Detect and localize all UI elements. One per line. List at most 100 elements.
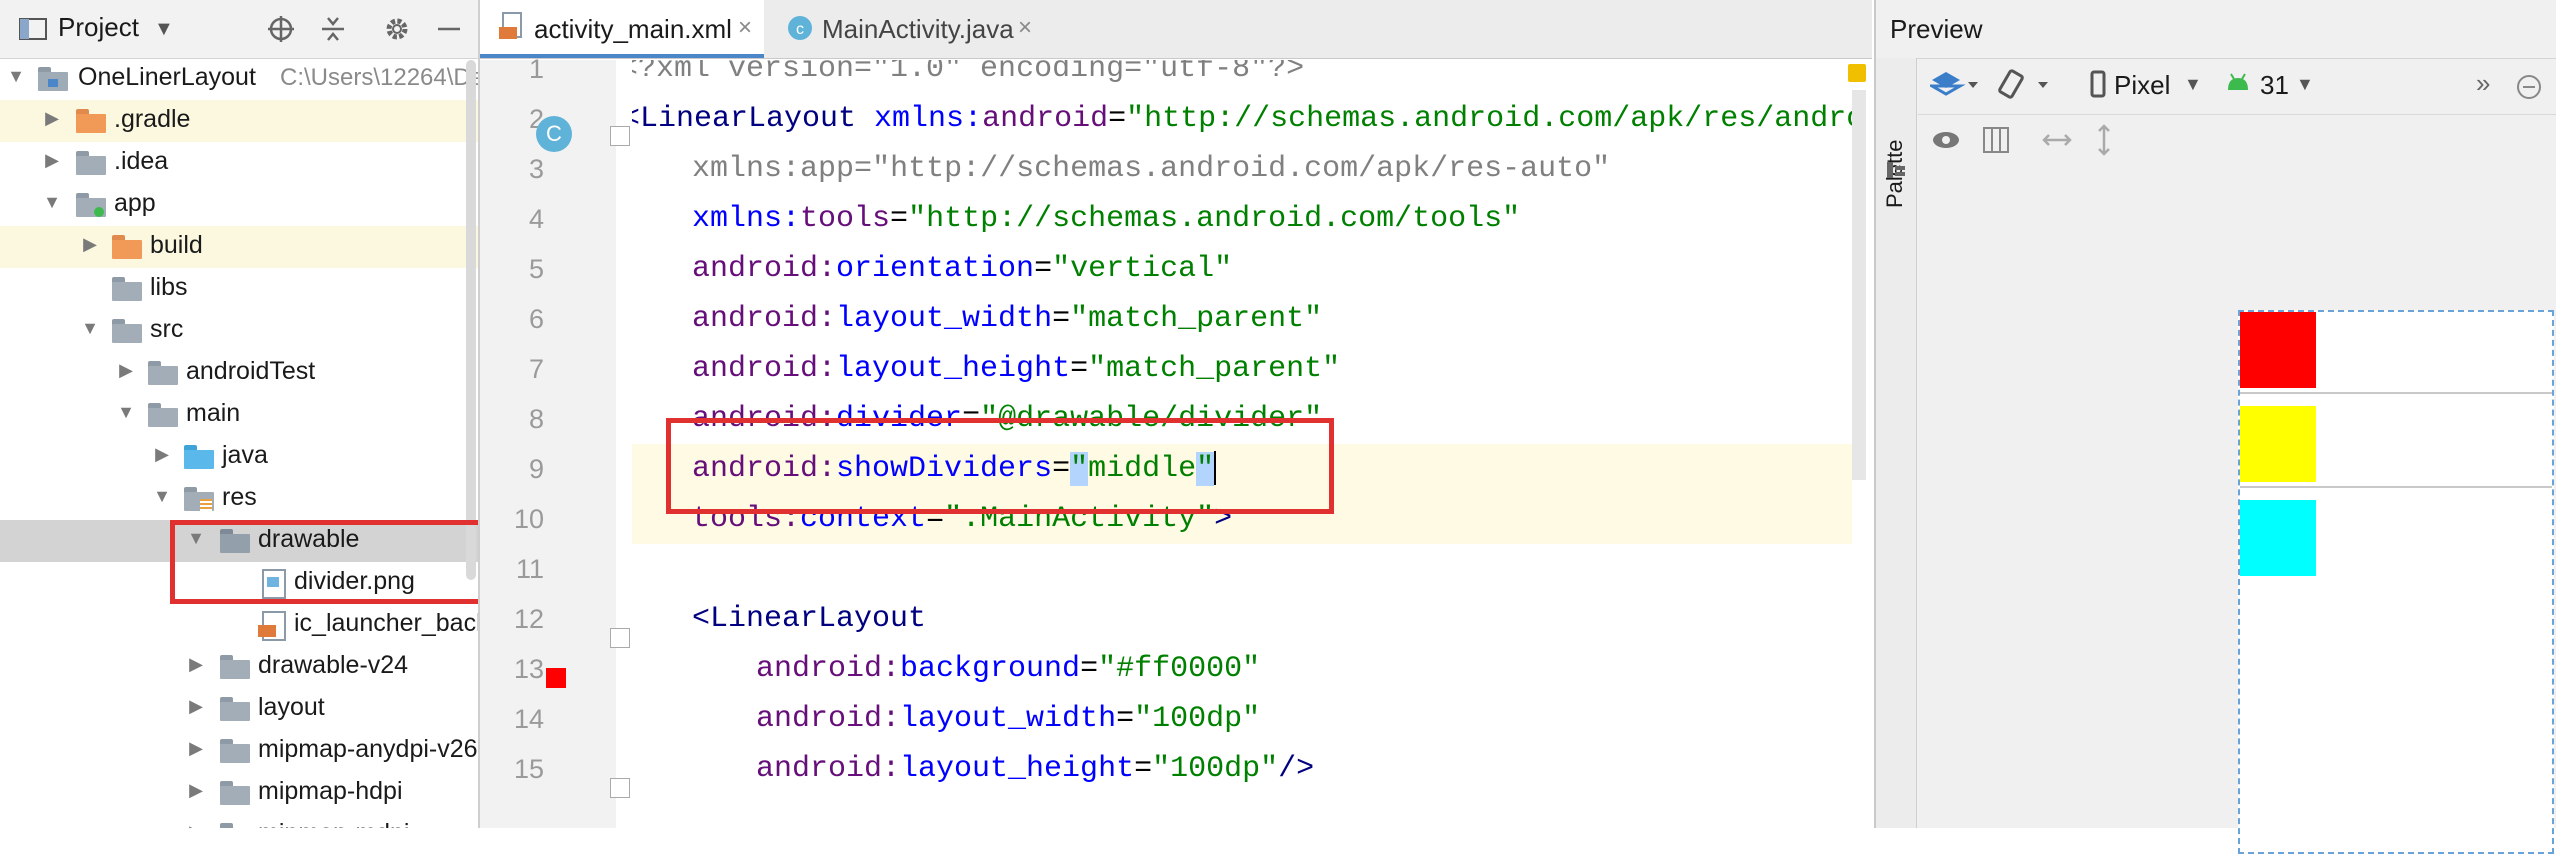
attr-value: "100dp" (1134, 702, 1261, 736)
fold-marker-icon[interactable] (610, 628, 630, 648)
tree-expand-arrow[interactable]: ▶ (42, 150, 62, 171)
tree-item-androidtest[interactable]: ▶ androidTest (0, 352, 478, 394)
gear-icon[interactable] (382, 14, 412, 44)
attr-value: "100dp" (1152, 752, 1279, 786)
tree-item-main[interactable]: ▼ main (0, 394, 478, 436)
tree-item-idea[interactable]: ▶ .idea (0, 142, 478, 184)
collapse-all-icon[interactable] (318, 14, 348, 44)
inspection-marker[interactable] (1848, 64, 1866, 82)
chevron-down-icon[interactable]: ▼ (2296, 74, 2314, 95)
locate-icon[interactable] (266, 14, 296, 44)
tree-item-mipmap-hdpi[interactable]: ▶ mipmap-hdpi (0, 772, 478, 814)
tree-expand-arrow[interactable]: ▼ (116, 402, 136, 423)
attr-value: "http://schemas.android.com/apk/res-auto… (872, 152, 1611, 186)
line-number: 10 (513, 504, 544, 534)
chevron-down-icon[interactable]: ▼ (2184, 74, 2202, 95)
attr-name: layout_width (836, 302, 1053, 336)
tree-item-java[interactable]: ▶ java (0, 436, 478, 478)
tree-item-src[interactable]: ▼ src (0, 310, 478, 352)
editor-scrollbar[interactable] (1852, 90, 1866, 480)
fold-marker-icon[interactable] (610, 126, 630, 146)
line-number-gutter: 1 2 3 4 5 6 7 8 9 10 11 12 13 14 15 C (480, 54, 616, 828)
preview-red-block[interactable] (2240, 312, 2316, 388)
tree-expand-arrow[interactable]: ▶ (186, 738, 206, 759)
preview-toolbar-primary: Pixel ▼ 31 ▼ » (1918, 58, 2556, 115)
tree-expand-arrow[interactable]: ▼ (80, 318, 100, 339)
tree-expand-arrow[interactable]: ▼ (6, 66, 26, 87)
tree-item-layout[interactable]: ▶ layout (0, 688, 478, 730)
device-icon[interactable] (2088, 70, 2108, 100)
vertical-resize-icon[interactable] (2090, 122, 2118, 158)
tree-item-gradle[interactable]: ▶ .gradle (0, 100, 478, 142)
tree-item-res[interactable]: ▼ res (0, 478, 478, 520)
folder-icon (220, 819, 252, 828)
close-icon[interactable]: × (1018, 14, 1032, 42)
tree-item-mipmap-anydpi[interactable]: ▶ mipmap-anydpi-v26 (0, 730, 478, 772)
line-number: 15 (513, 754, 544, 784)
eye-icon[interactable] (1930, 126, 1962, 154)
line-number: 2 (528, 104, 544, 134)
tree-expand-arrow[interactable]: ▼ (42, 192, 62, 213)
project-panel-title[interactable]: Project (58, 12, 139, 43)
horizontal-resize-icon[interactable] (2040, 126, 2074, 154)
svg-text:c: c (796, 21, 804, 38)
palette-strip[interactable]: Palette (1876, 58, 1917, 828)
line-number: 9 (528, 454, 544, 484)
code-line-14: android:layout_width="100dp" (756, 694, 1852, 744)
tab-mainactivity-java[interactable]: c MainActivity.java × (772, 0, 1044, 56)
tree-item-project-root[interactable]: ▼ OneLinerLayout C:\Users\12264\Desktop\… (0, 58, 478, 100)
tree-item-libs[interactable]: libs (0, 268, 478, 310)
tree-expand-arrow[interactable]: ▶ (80, 234, 100, 255)
chevron-down-icon[interactable]: ▼ (154, 18, 174, 41)
line-number: 4 (528, 204, 544, 234)
preview-yellow-block[interactable] (2240, 406, 2316, 482)
code-area[interactable]: <?xml version="1.0" encoding="utf-8"?> <… (632, 60, 1852, 828)
device-screen[interactable] (2238, 310, 2554, 854)
equals: = (1108, 102, 1127, 136)
editor-tab-bar: activity_main.xml × c MainActivity.java … (480, 0, 1872, 59)
project-view-icon[interactable] (18, 14, 48, 44)
attr-name: android (982, 102, 1109, 136)
line-number: 13 (513, 654, 544, 684)
code-editor: activity_main.xml × c MainActivity.java … (480, 0, 1872, 828)
line-number: 6 (528, 304, 544, 334)
api-level-selector[interactable]: 31 (2260, 70, 2289, 101)
tree-scrollbar[interactable] (466, 60, 476, 580)
tree-item-ic-launcher[interactable]: ic_launcher_back (0, 604, 478, 646)
color-swatch-gutter-icon[interactable] (546, 668, 566, 688)
palette-icon[interactable] (1884, 158, 1908, 182)
tree-item-drawable-v24[interactable]: ▶ drawable-v24 (0, 646, 478, 688)
project-path: C:\Users\12264\Desktop\xiangxuetang\OneL… (280, 64, 478, 91)
related-class-gutter-icon[interactable]: C (536, 116, 572, 152)
orientation-icon[interactable] (1996, 68, 2056, 102)
tree-item-label: java (222, 441, 268, 469)
preview-cyan-block[interactable] (2240, 500, 2316, 576)
tree-item-app[interactable]: ▼ app (0, 184, 478, 226)
close-icon[interactable]: × (738, 14, 752, 42)
tree-expand-arrow[interactable]: ▶ (152, 444, 172, 465)
tree-expand-arrow[interactable]: ▶ (186, 654, 206, 675)
tree-expand-arrow[interactable]: ▼ (152, 486, 172, 507)
tree-expand-arrow[interactable]: ▶ (186, 696, 206, 717)
device-selector[interactable]: Pixel (2114, 70, 2170, 101)
minimize-icon[interactable] (434, 14, 464, 44)
layers-icon[interactable] (1930, 68, 1984, 102)
attr-namespace: android: (692, 302, 837, 336)
tree-item-mipmap-mdpi[interactable]: ▶ mipmap-mdpi (0, 814, 478, 828)
preview-canvas[interactable] (1918, 168, 2556, 854)
fold-marker-icon[interactable] (610, 778, 630, 798)
attr-value: "http://schemas.android.com/tools" (908, 202, 1521, 236)
blueprint-icon[interactable] (1980, 124, 2012, 156)
tree-expand-arrow[interactable]: ▶ (42, 108, 62, 129)
folder-icon (76, 105, 108, 137)
tree-item-build[interactable]: ▶ build (0, 226, 478, 268)
more-actions-icon[interactable]: » (2476, 68, 2490, 99)
tree-expand-arrow[interactable]: ▶ (116, 360, 136, 381)
tree-expand-arrow[interactable]: ▶ (186, 822, 206, 828)
attr-namespace: xmlns: (692, 202, 801, 236)
java-class-icon: c (788, 16, 812, 40)
tree-expand-arrow[interactable]: ▶ (186, 780, 206, 801)
equals: = (1070, 352, 1089, 386)
minimize-icon[interactable] (2514, 72, 2544, 102)
code-line-1: <?xml version="1.0" encoding="utf-8"?> (632, 60, 1840, 94)
